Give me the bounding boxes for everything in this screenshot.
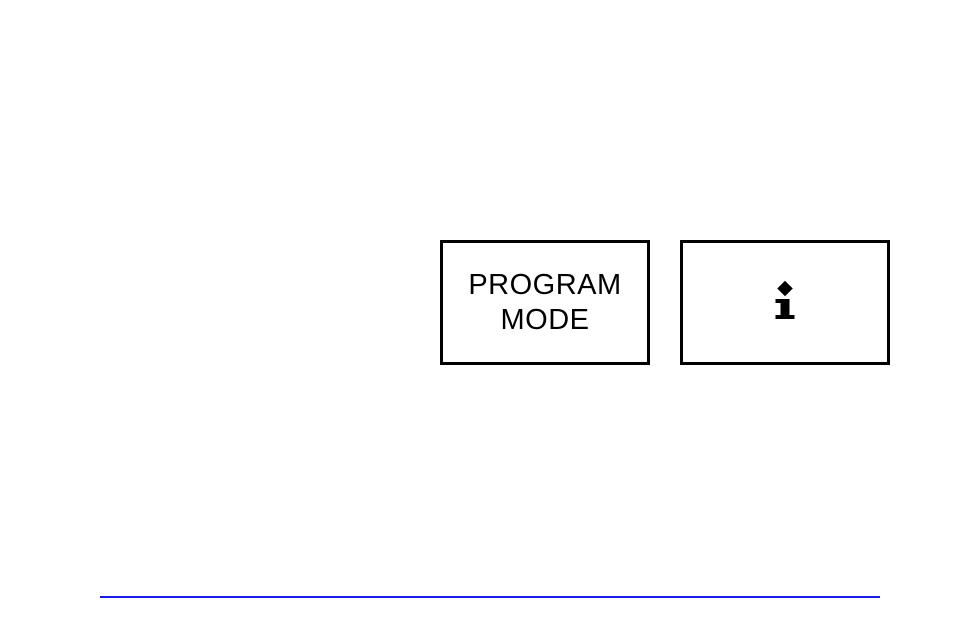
program-mode-button[interactable]: PROGRAM MODE — [440, 240, 650, 365]
info-button[interactable] — [680, 240, 890, 365]
horizontal-divider — [100, 596, 880, 598]
info-icon — [775, 283, 795, 323]
program-mode-line1: PROGRAM — [468, 269, 621, 301]
program-mode-line2: MODE — [501, 304, 590, 336]
button-row: PROGRAM MODE — [440, 240, 890, 365]
program-mode-label: PROGRAM MODE — [468, 268, 621, 338]
